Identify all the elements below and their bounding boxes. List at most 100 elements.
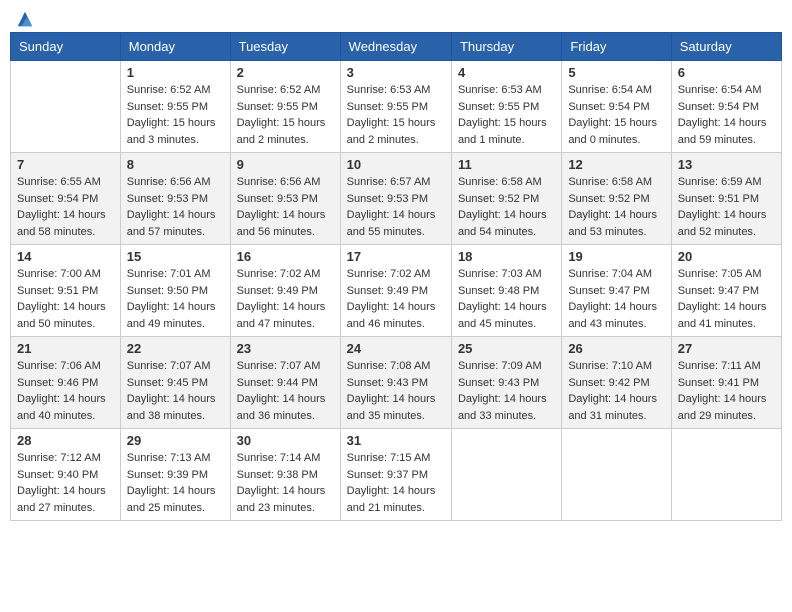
day-info: Sunrise: 7:03 AM <box>458 266 555 283</box>
day-info: Sunset: 9:42 PM <box>568 375 664 392</box>
day-info: Sunset: 9:49 PM <box>347 283 445 300</box>
calendar-table: SundayMondayTuesdayWednesdayThursdayFrid… <box>10 32 782 521</box>
day-info: and 1 minute. <box>458 132 555 149</box>
day-number: 24 <box>347 341 445 356</box>
day-info: Daylight: 15 hours <box>458 115 555 132</box>
calendar-cell: 20Sunrise: 7:05 AMSunset: 9:47 PMDayligh… <box>671 245 781 337</box>
calendar-cell: 10Sunrise: 6:57 AMSunset: 9:53 PMDayligh… <box>340 153 451 245</box>
calendar-cell: 7Sunrise: 6:55 AMSunset: 9:54 PMDaylight… <box>11 153 121 245</box>
day-info: Sunrise: 7:05 AM <box>678 266 775 283</box>
day-number: 17 <box>347 249 445 264</box>
calendar-cell: 13Sunrise: 6:59 AMSunset: 9:51 PMDayligh… <box>671 153 781 245</box>
day-info: Sunset: 9:41 PM <box>678 375 775 392</box>
calendar-cell: 25Sunrise: 7:09 AMSunset: 9:43 PMDayligh… <box>451 337 561 429</box>
calendar-cell: 14Sunrise: 7:00 AMSunset: 9:51 PMDayligh… <box>11 245 121 337</box>
day-number: 25 <box>458 341 555 356</box>
calendar-cell: 4Sunrise: 6:53 AMSunset: 9:55 PMDaylight… <box>451 61 561 153</box>
day-info: Sunset: 9:54 PM <box>568 99 664 116</box>
day-info: Sunrise: 6:58 AM <box>568 174 664 191</box>
day-number: 11 <box>458 157 555 172</box>
day-info: Sunset: 9:46 PM <box>17 375 114 392</box>
logo <box>15 10 34 24</box>
day-info: Sunset: 9:39 PM <box>127 467 224 484</box>
day-info: Sunrise: 6:53 AM <box>458 82 555 99</box>
day-info: and 21 minutes. <box>347 500 445 517</box>
day-info: Daylight: 14 hours <box>568 299 664 316</box>
day-info: Daylight: 14 hours <box>237 483 334 500</box>
day-info: Sunrise: 6:53 AM <box>347 82 445 99</box>
calendar-cell: 2Sunrise: 6:52 AMSunset: 9:55 PMDaylight… <box>230 61 340 153</box>
day-info: Daylight: 14 hours <box>347 391 445 408</box>
day-number: 28 <box>17 433 114 448</box>
day-info: Daylight: 14 hours <box>17 207 114 224</box>
day-info: and 55 minutes. <box>347 224 445 241</box>
day-info: and 53 minutes. <box>568 224 664 241</box>
day-number: 27 <box>678 341 775 356</box>
calendar-cell: 3Sunrise: 6:53 AMSunset: 9:55 PMDaylight… <box>340 61 451 153</box>
day-info: Daylight: 14 hours <box>568 391 664 408</box>
day-info: Sunrise: 7:04 AM <box>568 266 664 283</box>
day-info: Sunset: 9:45 PM <box>127 375 224 392</box>
day-number: 19 <box>568 249 664 264</box>
day-info: and 27 minutes. <box>17 500 114 517</box>
day-info: Sunrise: 7:13 AM <box>127 450 224 467</box>
calendar-cell: 26 Sunrise: 7:10 AMSunset: 9:42 PMDayligh… <box>562 337 671 429</box>
day-info: and 59 minutes. <box>678 132 775 149</box>
day-info: Daylight: 15 hours <box>237 115 334 132</box>
day-info: and 31 minutes. <box>568 408 664 425</box>
day-info: and 46 minutes. <box>347 316 445 333</box>
day-info: Sunrise: 7:01 AM <box>127 266 224 283</box>
day-info: Sunset: 9:48 PM <box>458 283 555 300</box>
day-info: Sunset: 9:47 PM <box>568 283 664 300</box>
day-info: and 0 minutes. <box>568 132 664 149</box>
calendar-cell <box>562 429 671 521</box>
day-info: and 33 minutes. <box>458 408 555 425</box>
day-info: Daylight: 14 hours <box>127 391 224 408</box>
day-info: and 45 minutes. <box>458 316 555 333</box>
calendar-cell: 18Sunrise: 7:03 AMSunset: 9:48 PMDayligh… <box>451 245 561 337</box>
day-number: 8 <box>127 157 224 172</box>
calendar-cell: 8Sunrise: 6:56 AMSunset: 9:53 PMDaylight… <box>120 153 230 245</box>
day-number: 26 <box>568 341 664 356</box>
day-number: 29 <box>127 433 224 448</box>
header-thursday: Thursday <box>451 33 561 61</box>
day-info: Sunrise: 7:09 AM <box>458 358 555 375</box>
calendar-cell: 15 Sunrise: 7:01 AMSunset: 9:50 PMDayligh… <box>120 245 230 337</box>
day-number: 9 <box>237 157 334 172</box>
day-info: Daylight: 14 hours <box>568 207 664 224</box>
day-info: Sunrise: 7:10 AM <box>568 358 664 375</box>
day-info: Daylight: 14 hours <box>347 299 445 316</box>
calendar-cell: 28Sunrise: 7:12 AMSunset: 9:40 PMDayligh… <box>11 429 121 521</box>
day-number: 1 <box>127 65 224 80</box>
day-info: and 35 minutes. <box>347 408 445 425</box>
day-info: and 40 minutes. <box>17 408 114 425</box>
day-info: Sunrise: 6:52 AM <box>127 82 224 99</box>
calendar-cell: 23Sunrise: 7:07 AMSunset: 9:44 PMDayligh… <box>230 337 340 429</box>
day-info: Sunset: 9:54 PM <box>17 191 114 208</box>
calendar-cell: 9Sunrise: 6:56 AMSunset: 9:53 PMDaylight… <box>230 153 340 245</box>
day-info: Sunrise: 7:15 AM <box>347 450 445 467</box>
day-info: Daylight: 14 hours <box>127 299 224 316</box>
calendar-week-1: 1 Sunrise: 6:52 AM Sunset: 9:55 PM Daylight… <box>11 61 782 153</box>
day-info: Sunrise: 6:56 AM <box>237 174 334 191</box>
day-info: Daylight: 15 hours <box>127 115 224 132</box>
day-info: Daylight: 14 hours <box>237 299 334 316</box>
calendar-cell: 5Sunrise: 6:54 AMSunset: 9:54 PMDaylight… <box>562 61 671 153</box>
day-info: Sunset: 9:43 PM <box>458 375 555 392</box>
day-info: and 49 minutes. <box>127 316 224 333</box>
day-number: 15 <box>127 249 224 264</box>
day-info: and 41 minutes. <box>678 316 775 333</box>
calendar-cell: 22Sunrise: 7:07 AMSunset: 9:45 PMDayligh… <box>120 337 230 429</box>
page-header <box>10 10 782 24</box>
day-info: Sunrise: 6:57 AM <box>347 174 445 191</box>
day-info: Sunset: 9:50 PM <box>127 283 224 300</box>
day-info: and 54 minutes. <box>458 224 555 241</box>
day-info: and 57 minutes. <box>127 224 224 241</box>
day-info: Daylight: 14 hours <box>17 299 114 316</box>
header-wednesday: Wednesday <box>340 33 451 61</box>
calendar-cell: 16Sunrise: 7:02 AMSunset: 9:49 PMDayligh… <box>230 245 340 337</box>
day-info: Sunset: 9:55 PM <box>347 99 445 116</box>
day-number: 3 <box>347 65 445 80</box>
day-info: and 58 minutes. <box>17 224 114 241</box>
day-info: Daylight: 14 hours <box>458 299 555 316</box>
